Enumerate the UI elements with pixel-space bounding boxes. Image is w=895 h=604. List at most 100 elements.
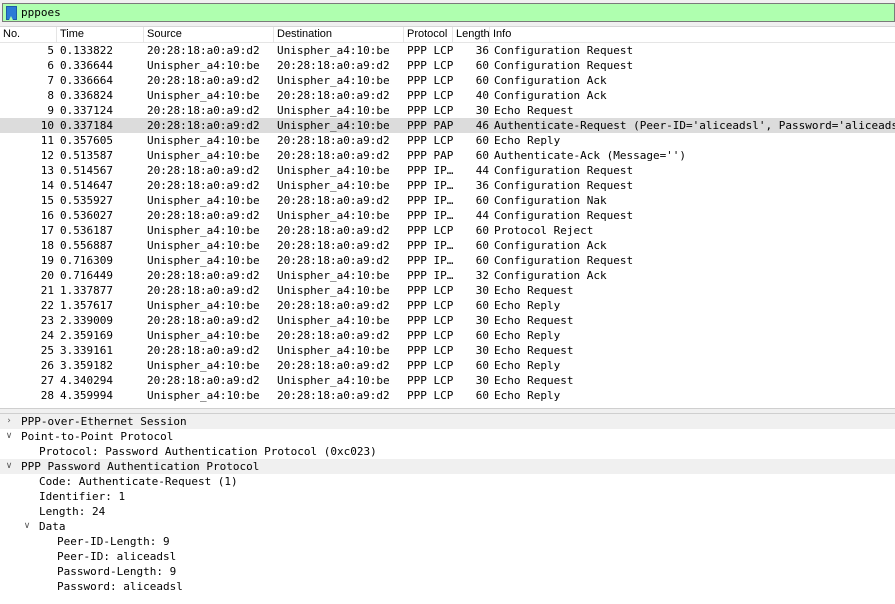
packet-cell-no: 13 bbox=[40, 164, 54, 177]
packet-cell-info: Configuration Request bbox=[494, 179, 634, 192]
tree-item-pap[interactable]: ∨ PPP Password Authentication Protocol bbox=[0, 459, 895, 474]
tree-item-pppoe-session[interactable]: › PPP-over-Ethernet Session bbox=[0, 414, 895, 429]
display-filter-toolbar: pppoes bbox=[0, 0, 895, 27]
packet-row[interactable]: 17 0.536187 Unispher_a4:10:be 20:28:18:a0:a… bbox=[0, 223, 895, 238]
packet-row[interactable]: 20 0.716449 20:28:18:a0:a9:d2 Unispher_a4:1… bbox=[0, 268, 895, 283]
bookmark-icon[interactable] bbox=[6, 6, 17, 20]
packet-row[interactable]: 5 0.133822 20:28:18:a0:a9:d2 Unispher_a4:10… bbox=[0, 43, 895, 58]
packet-cell-time: 3.339161 bbox=[60, 344, 113, 357]
tree-item-peer-id-length[interactable]: Peer-ID-Length: 9 bbox=[0, 534, 895, 549]
chevron-down-icon[interactable]: ∨ bbox=[22, 519, 32, 534]
column-header-length[interactable]: Length bbox=[453, 27, 490, 43]
packet-row[interactable]: 18 0.556887 Unispher_a4:10:be 20:28:18:a0:a… bbox=[0, 238, 895, 253]
packet-cell-no: 28 bbox=[40, 389, 54, 402]
packet-cell-len: 44 bbox=[475, 209, 489, 222]
packet-cell-info: Echo Reply bbox=[494, 359, 561, 372]
tree-item-length[interactable]: Length: 24 bbox=[0, 504, 895, 519]
packet-row[interactable]: 24 2.359169 Unispher_a4:10:be 20:28:18:a0:a… bbox=[0, 328, 895, 343]
display-filter-text[interactable]: pppoes bbox=[21, 5, 61, 20]
tree-item-data[interactable]: ∨ Data bbox=[0, 519, 895, 534]
tree-item-code[interactable]: Code: Authenticate-Request (1) bbox=[0, 474, 895, 489]
column-header-protocol[interactable]: Protocol bbox=[404, 27, 453, 43]
packet-cell-dst: Unispher_a4:10:be bbox=[277, 74, 390, 87]
packet-row[interactable]: 19 0.716309 Unispher_a4:10:be 20:28:18:a0:a… bbox=[0, 253, 895, 268]
packet-cell-proto: PPP LCP bbox=[407, 314, 454, 327]
tree-item-label: Code: Authenticate-Request (1) bbox=[39, 475, 238, 488]
tree-item-identifier[interactable]: Identifier: 1 bbox=[0, 489, 895, 504]
packet-cell-src: Unispher_a4:10:be bbox=[147, 389, 260, 402]
packet-cell-src: 20:28:18:a0:a9:d2 bbox=[147, 179, 260, 192]
packet-cell-len: 60 bbox=[475, 299, 489, 312]
packet-row[interactable]: 12 0.513587 Unispher_a4:10:be 20:28:18:a0:a… bbox=[0, 148, 895, 163]
packet-cell-info: Echo Request bbox=[494, 314, 574, 327]
packet-cell-len: 60 bbox=[475, 254, 489, 267]
packet-cell-len: 60 bbox=[475, 74, 489, 87]
packet-row[interactable]: 11 0.357605 Unispher_a4:10:be 20:28:18:a0:a… bbox=[0, 133, 895, 148]
packet-row[interactable]: 10 0.337184 20:28:18:a0:a9:d2 Unispher_a4:1… bbox=[0, 118, 895, 133]
packet-cell-time: 0.536187 bbox=[60, 224, 113, 237]
packet-row[interactable]: 27 4.340294 20:28:18:a0:a9:d2 Unispher_a4:1… bbox=[0, 373, 895, 388]
packet-row[interactable]: 6 0.336644 Unispher_a4:10:be 20:28:18:a0:a9… bbox=[0, 58, 895, 73]
column-header-no[interactable]: No. bbox=[0, 27, 57, 43]
packet-cell-proto: PPP LCP bbox=[407, 359, 454, 372]
chevron-down-icon[interactable]: ∨ bbox=[4, 429, 14, 444]
packet-list[interactable]: No. Time Source Destination Protocol Len… bbox=[0, 27, 895, 408]
tree-item-ppp-protocol[interactable]: Protocol: Password Authentication Protoc… bbox=[0, 444, 895, 459]
packet-cell-len: 60 bbox=[475, 59, 489, 72]
packet-row[interactable]: 13 0.514567 20:28:18:a0:a9:d2 Unispher_a4:1… bbox=[0, 163, 895, 178]
packet-cell-info: Configuration Ack bbox=[494, 74, 607, 87]
packet-row[interactable]: 9 0.337124 20:28:18:a0:a9:d2 Unispher_a4:10… bbox=[0, 103, 895, 118]
packet-cell-time: 0.133822 bbox=[60, 44, 113, 57]
display-filter-input[interactable]: pppoes bbox=[2, 3, 895, 22]
packet-cell-src: Unispher_a4:10:be bbox=[147, 149, 260, 162]
packet-cell-no: 21 bbox=[40, 284, 54, 297]
column-header-destination[interactable]: Destination bbox=[274, 27, 404, 43]
packet-cell-proto: PPP LCP bbox=[407, 89, 454, 102]
tree-item-ppp[interactable]: ∨ Point-to-Point Protocol bbox=[0, 429, 895, 444]
packet-cell-info: Configuration Request bbox=[494, 59, 634, 72]
packet-cell-time: 1.357617 bbox=[60, 299, 113, 312]
tree-item-label: PPP-over-Ethernet Session bbox=[21, 415, 187, 428]
packet-cell-no: 23 bbox=[40, 314, 54, 327]
packet-cell-len: 60 bbox=[475, 194, 489, 207]
packet-cell-dst: Unispher_a4:10:be bbox=[277, 314, 390, 327]
packet-cell-info: Authenticate-Ack (Message='') bbox=[494, 149, 687, 162]
chevron-down-icon[interactable]: ∨ bbox=[4, 459, 14, 474]
packet-cell-info: Echo Request bbox=[494, 284, 574, 297]
packet-row[interactable]: 14 0.514647 20:28:18:a0:a9:d2 Unispher_a4:1… bbox=[0, 178, 895, 193]
packet-details[interactable]: › PPP-over-Ethernet Session ∨ Point-to-P… bbox=[0, 414, 895, 604]
packet-cell-time: 0.357605 bbox=[60, 134, 113, 147]
chevron-right-icon[interactable]: › bbox=[4, 414, 14, 429]
packet-row[interactable]: 28 4.359994 Unispher_a4:10:be 20:28:18:a0:a… bbox=[0, 388, 895, 403]
packet-cell-len: 60 bbox=[475, 359, 489, 372]
packet-cell-src: 20:28:18:a0:a9:d2 bbox=[147, 104, 260, 117]
packet-row[interactable]: 26 3.359182 Unispher_a4:10:be 20:28:18:a0:a… bbox=[0, 358, 895, 373]
column-header-info[interactable]: Info bbox=[490, 27, 895, 43]
packet-cell-proto: PPP IP… bbox=[407, 209, 454, 222]
tree-item-peer-id[interactable]: Peer-ID: aliceadsl bbox=[0, 549, 895, 564]
packet-row[interactable]: 23 2.339009 20:28:18:a0:a9:d2 Unispher_a4:1… bbox=[0, 313, 895, 328]
packet-row[interactable]: 21 1.337877 20:28:18:a0:a9:d2 Unispher_a4:1… bbox=[0, 283, 895, 298]
column-header-source[interactable]: Source bbox=[144, 27, 274, 43]
packet-cell-src: Unispher_a4:10:be bbox=[147, 134, 260, 147]
packet-row[interactable]: 7 0.336664 20:28:18:a0:a9:d2 Unispher_a4:10… bbox=[0, 73, 895, 88]
packet-cell-proto: PPP IP… bbox=[407, 269, 454, 282]
packet-row[interactable]: 16 0.536027 20:28:18:a0:a9:d2 Unispher_a4:1… bbox=[0, 208, 895, 223]
tree-item-password[interactable]: Password: aliceadsl bbox=[0, 579, 895, 594]
packet-row[interactable]: 15 0.535927 Unispher_a4:10:be 20:28:18:a0:a… bbox=[0, 193, 895, 208]
packet-cell-no: 25 bbox=[40, 344, 54, 357]
packet-cell-info: Echo Reply bbox=[494, 299, 561, 312]
packet-cell-dst: Unispher_a4:10:be bbox=[277, 104, 390, 117]
packet-cell-len: 44 bbox=[475, 164, 489, 177]
column-header-time[interactable]: Time bbox=[57, 27, 144, 43]
packet-cell-len: 46 bbox=[475, 119, 489, 132]
packet-row[interactable]: 8 0.336824 Unispher_a4:10:be 20:28:18:a0:a9… bbox=[0, 88, 895, 103]
packet-cell-dst: 20:28:18:a0:a9:d2 bbox=[277, 59, 390, 72]
packet-cell-src: Unispher_a4:10:be bbox=[147, 224, 260, 237]
packet-cell-no: 15 bbox=[40, 194, 54, 207]
packet-cell-time: 0.535927 bbox=[60, 194, 113, 207]
packet-cell-proto: PPP IP… bbox=[407, 254, 454, 267]
packet-row[interactable]: 22 1.357617 Unispher_a4:10:be 20:28:18:a0:a… bbox=[0, 298, 895, 313]
tree-item-password-length[interactable]: Password-Length: 9 bbox=[0, 564, 895, 579]
packet-row[interactable]: 25 3.339161 20:28:18:a0:a9:d2 Unispher_a4:1… bbox=[0, 343, 895, 358]
